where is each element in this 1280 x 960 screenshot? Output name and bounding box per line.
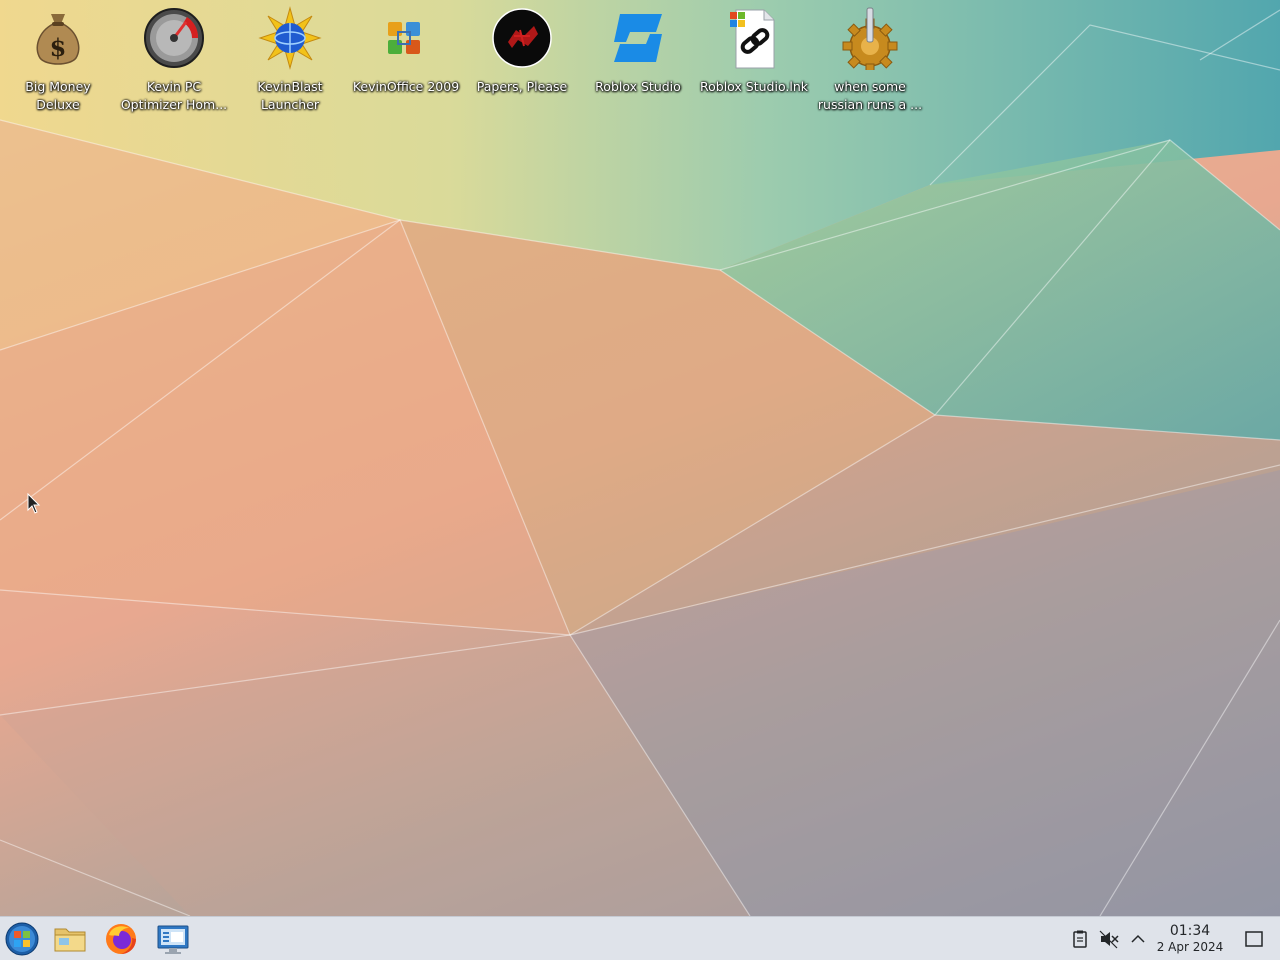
clock-time: 01:34 (1169, 923, 1211, 939)
office-puzzle-icon (388, 22, 420, 54)
firefox-icon (106, 924, 136, 954)
money-bag-icon: $ (36, 14, 80, 65)
show-desktop-icon (1245, 931, 1263, 947)
roblox-studio-icon (614, 14, 662, 62)
speedometer-icon (144, 8, 204, 68)
file-manager-icon (54, 928, 86, 952)
starburst-globe-icon (258, 6, 322, 70)
papers-please-icon (492, 8, 552, 68)
svg-text:$: $ (50, 33, 67, 62)
chevron-up-icon (1131, 934, 1145, 943)
desktop-icon-kevinblast-launcher[interactable]: KevinBlast Launcher (234, 6, 346, 114)
system-settings-launcher[interactable] (155, 921, 191, 957)
start-button[interactable] (4, 921, 40, 957)
icon-label: Roblox Studio (595, 79, 681, 94)
desktop[interactable]: $ Big Money Deluxe Kevin PC Optimizer Ho… (0, 0, 1280, 916)
taskbar: 01:34 2 Apr 2024 (0, 916, 1280, 960)
clock[interactable]: 01:34 2 Apr 2024 (1152, 923, 1228, 955)
gear-icon (842, 7, 898, 70)
volume-tray[interactable] (1098, 928, 1120, 950)
clipboard-tray[interactable] (1069, 928, 1091, 950)
shortcut-link-icon (730, 9, 775, 69)
icon-label: Roblox Studio.lnk (699, 79, 808, 94)
icon-label: KevinBlast Launcher (257, 79, 323, 112)
desktop-icon-when-some-russian[interactable]: when some russian runs a ... (814, 6, 926, 114)
file-manager-launcher[interactable] (52, 921, 88, 957)
start-menu-icon (5, 922, 39, 956)
system-settings-icon (157, 925, 189, 954)
desktop-icon-kevin-pc-optimizer[interactable]: Kevin PC Optimizer Hom... (118, 6, 230, 114)
show-hidden-tray-button[interactable] (1127, 928, 1149, 950)
desktop-icon-papers-please[interactable]: Papers, Please (466, 6, 578, 96)
icon-label: Papers, Please (476, 79, 568, 94)
icon-label: KevinOffice 2009 (352, 79, 460, 94)
icon-label: when some russian runs a ... (817, 79, 923, 112)
desktop-icon-roblox-studio[interactable]: Roblox Studio (582, 6, 694, 96)
desktop-icon-kevinoffice-2009[interactable]: KevinOffice 2009 (350, 6, 462, 96)
mouse-pointer-icon (27, 493, 41, 514)
clipboard-icon (1073, 930, 1087, 948)
desktop-icon-roblox-studio-lnk[interactable]: Roblox Studio.lnk (698, 6, 810, 96)
show-desktop-button[interactable] (1243, 928, 1265, 950)
wallpaper (0, 0, 1280, 916)
icon-label: Kevin PC Optimizer Hom... (120, 79, 228, 112)
desktop-icon-big-money-deluxe[interactable]: $ Big Money Deluxe (2, 6, 114, 114)
clock-date: 2 Apr 2024 (1156, 940, 1224, 954)
volume-muted-icon (1099, 930, 1119, 949)
firefox-launcher[interactable] (103, 921, 139, 957)
icon-label: Big Money Deluxe (25, 79, 91, 112)
